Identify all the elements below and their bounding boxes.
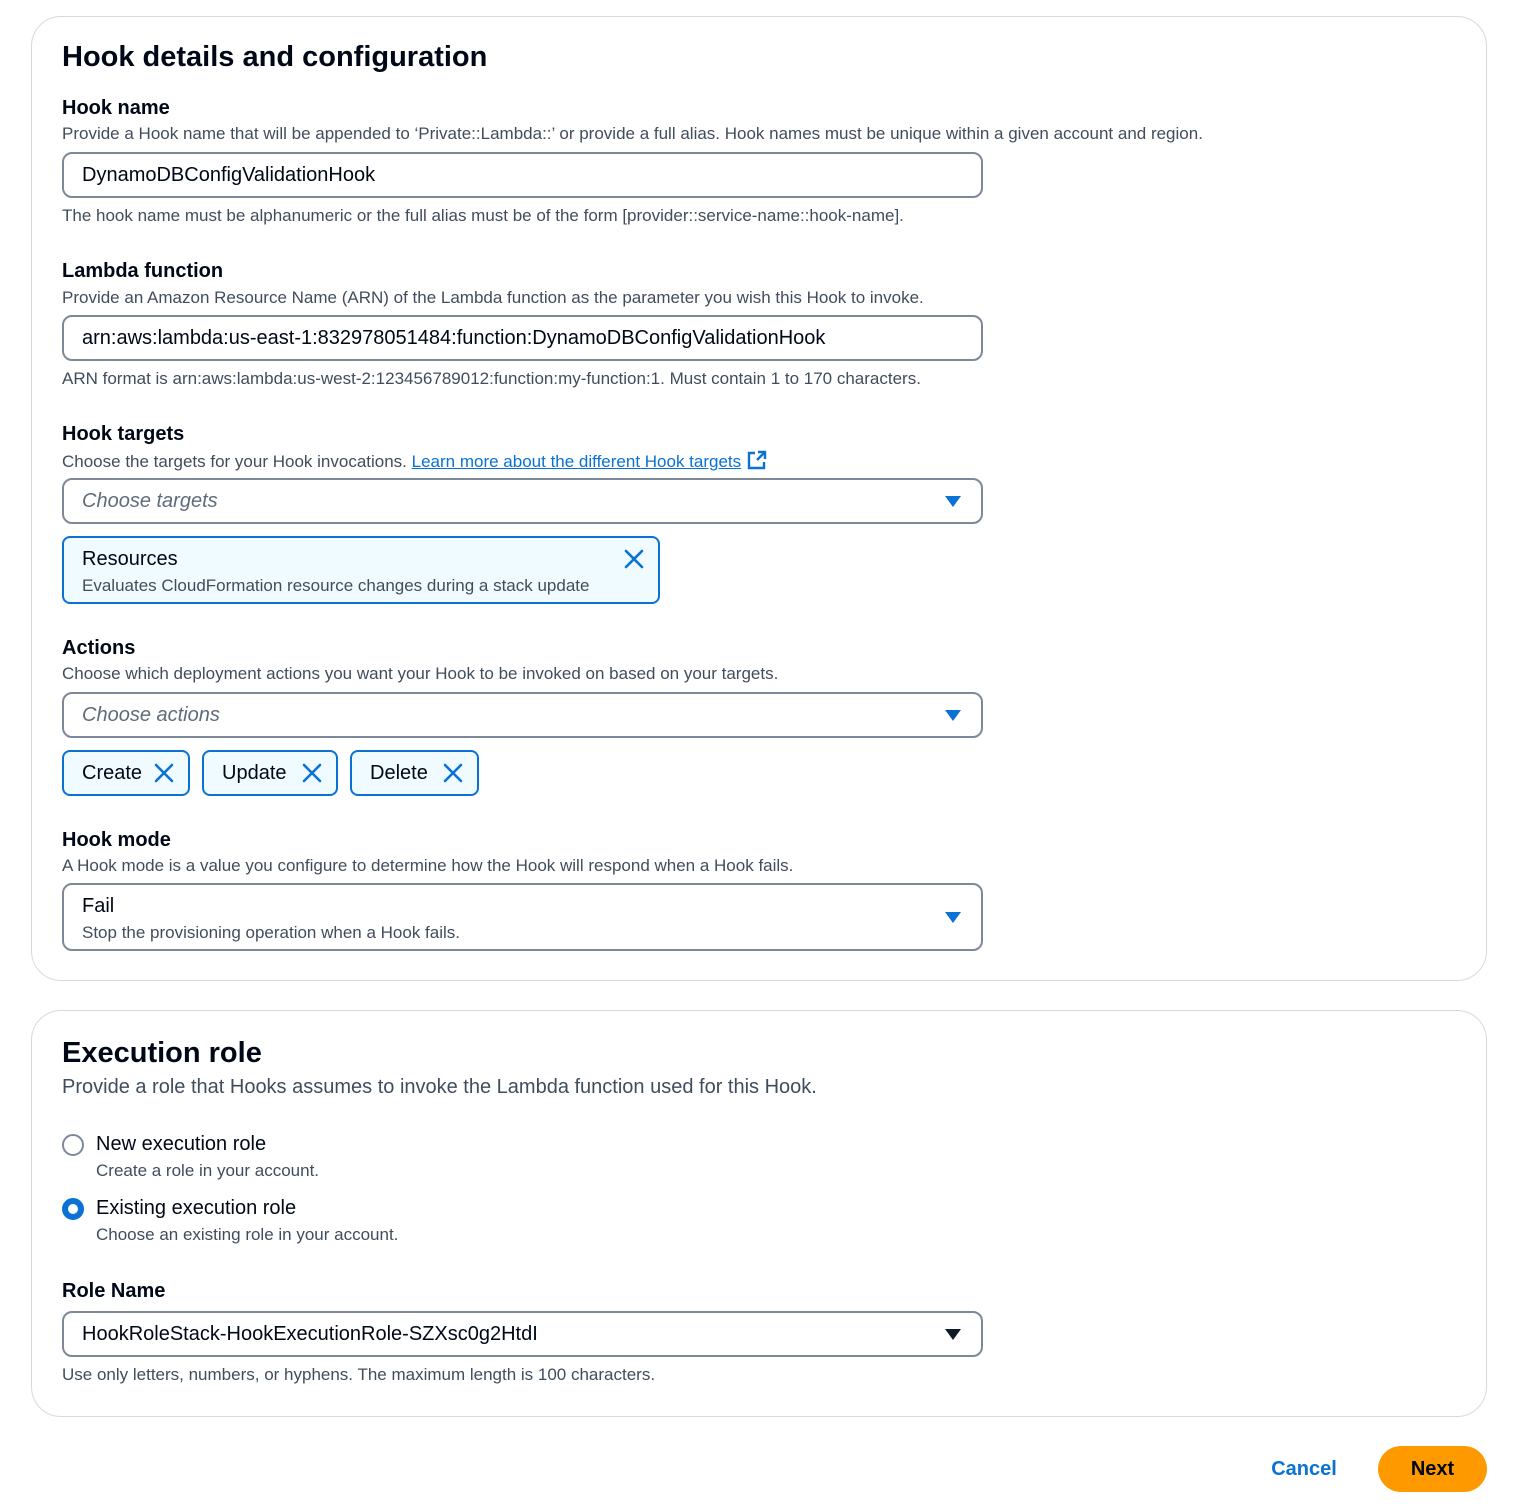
radio-label: Existing execution role: [96, 1197, 297, 1219]
caret-down-icon: [945, 1329, 961, 1340]
action-token-label: Create: [82, 762, 143, 784]
radio-label: New execution role: [96, 1133, 267, 1155]
caret-down-icon: [945, 912, 961, 923]
actions-select[interactable]: Choose actions: [62, 692, 983, 738]
action-token-label: Update: [222, 762, 287, 784]
targets-select[interactable]: Choose targets: [62, 478, 983, 524]
target-token-resources: Resources Evaluates CloudFormation resou…: [62, 536, 660, 604]
dismiss-icon[interactable]: [153, 762, 175, 784]
hook-mode-description: A Hook mode is a value you configure to …: [62, 856, 794, 875]
radio-description: Choose an existing role in your account.: [96, 1225, 399, 1244]
hook-mode-selected-label: Fail: [82, 895, 115, 917]
radio-button[interactable]: [62, 1198, 84, 1220]
hook-targets-label: Hook targets: [62, 423, 185, 445]
hook-mode-selected-description: Stop the provisioning operation when a H…: [82, 923, 461, 942]
action-token-delete: Delete: [350, 750, 479, 796]
caret-down-icon: [945, 496, 961, 507]
lambda-arn-input[interactable]: arn:aws:lambda:us-east-1:832978051484:fu…: [62, 315, 983, 361]
role-name-label: Role Name: [62, 1280, 166, 1302]
hook-details-panel: Hook details and configuration Hook name…: [31, 16, 1487, 981]
hook-targets-description-row: Choose the targets for your Hook invocat…: [62, 450, 767, 475]
radio-button[interactable]: [62, 1134, 84, 1156]
role-name-value: HookRoleStack-HookExecutionRole-SZXsc0g2…: [82, 1323, 538, 1345]
action-token-update: Update: [202, 750, 338, 796]
external-link-icon: [747, 450, 767, 475]
execution-role-panel: Execution role Provide a role that Hooks…: [31, 1010, 1487, 1417]
hook-name-constraint: The hook name must be alphanumeric or th…: [62, 206, 904, 225]
lambda-arn-constraint: ARN format is arn:aws:lambda:us-west-2:1…: [62, 369, 921, 388]
section-description: Provide a role that Hooks assumes to inv…: [62, 1076, 817, 1098]
hook-name-description: Provide a Hook name that will be appende…: [62, 124, 1203, 143]
next-button[interactable]: Next: [1378, 1446, 1487, 1492]
lambda-function-description: Provide an Amazon Resource Name (ARN) of…: [62, 288, 924, 307]
dismiss-icon[interactable]: [442, 762, 464, 784]
learn-more-targets-link[interactable]: Learn more about the different Hook targ…: [411, 450, 768, 471]
role-name-select[interactable]: HookRoleStack-HookExecutionRole-SZXsc0g2…: [62, 1311, 983, 1357]
target-token-label: Resources: [82, 548, 178, 570]
role-name-constraint: Use only letters, numbers, or hyphens. T…: [62, 1365, 656, 1384]
learn-more-link-text: Learn more about the different Hook targ…: [411, 452, 742, 471]
action-token-create: Create: [62, 750, 190, 796]
caret-down-icon: [945, 710, 961, 721]
radio-description: Create a role in your account.: [96, 1161, 320, 1180]
radio-new-execution-role[interactable]: New execution role Create a role in your…: [62, 1133, 462, 1185]
action-token-label: Delete: [370, 762, 428, 784]
actions-placeholder: Choose actions: [82, 704, 220, 726]
hook-mode-label: Hook mode: [62, 829, 171, 851]
hook-name-value: DynamoDBConfigValidationHook: [82, 164, 376, 186]
section-title: Execution role: [62, 1037, 262, 1069]
lambda-function-label: Lambda function: [62, 260, 224, 282]
lambda-arn-value: arn:aws:lambda:us-east-1:832978051484:fu…: [82, 327, 826, 349]
dismiss-icon[interactable]: [623, 548, 645, 570]
hook-mode-select[interactable]: Fail Stop the provisioning operation whe…: [62, 883, 983, 951]
cancel-button[interactable]: Cancel: [1256, 1448, 1352, 1490]
hook-name-input[interactable]: DynamoDBConfigValidationHook: [62, 152, 983, 198]
dismiss-icon[interactable]: [301, 762, 323, 784]
section-title: Hook details and configuration: [62, 41, 488, 73]
targets-placeholder: Choose targets: [82, 490, 218, 512]
target-token-description: Evaluates CloudFormation resource change…: [82, 576, 590, 595]
hook-name-label: Hook name: [62, 97, 170, 119]
hook-targets-description: Choose the targets for your Hook invocat…: [62, 452, 407, 471]
radio-existing-execution-role[interactable]: Existing execution role Choose an existi…: [62, 1197, 482, 1249]
actions-label: Actions: [62, 637, 136, 659]
actions-description: Choose which deployment actions you want…: [62, 664, 779, 683]
